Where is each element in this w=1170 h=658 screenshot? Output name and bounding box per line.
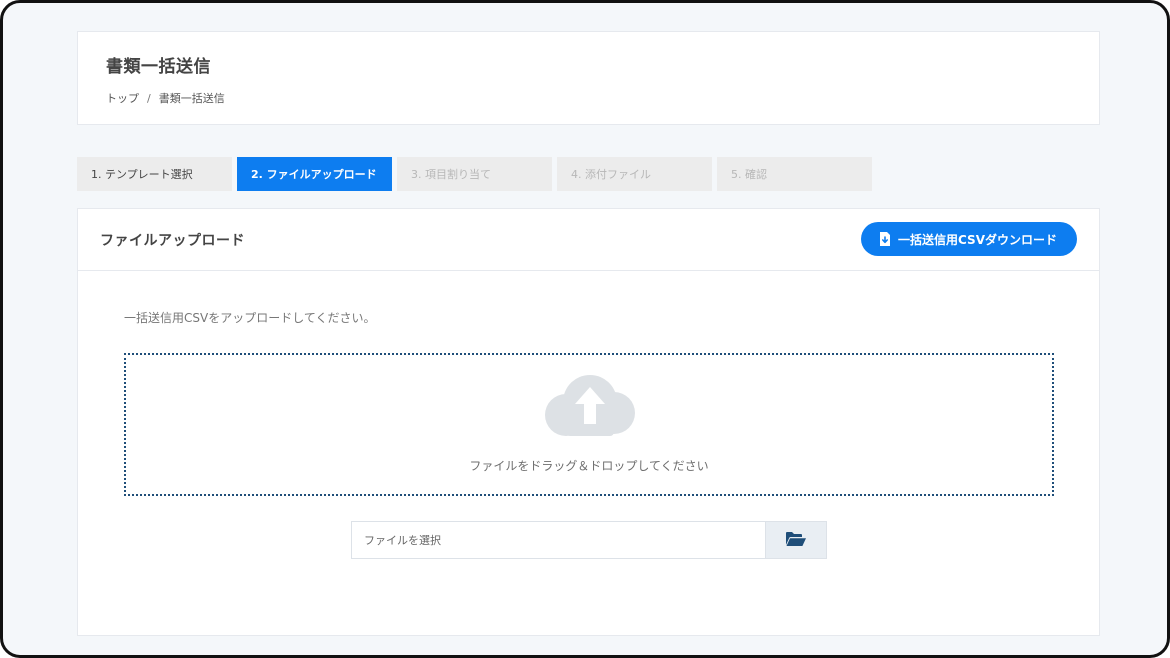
breadcrumb: トップ / 書類一括送信 [106, 90, 225, 106]
file-select-group [351, 521, 827, 559]
step-template-select[interactable]: 1. テンプレート選択 [77, 157, 232, 191]
file-dropzone[interactable]: ファイルをドラッグ＆ドロップしてください [124, 353, 1054, 496]
breadcrumb-current: 書類一括送信 [158, 92, 225, 105]
csv-download-button[interactable]: 一括送信用CSVダウンロード [861, 222, 1077, 256]
card-header: ファイルアップロード 一括送信用CSVダウンロード [78, 209, 1099, 271]
file-download-icon [879, 232, 891, 246]
app-window: 書類一括送信 トップ / 書類一括送信 1. テンプレート選択 2. ファイルア… [0, 0, 1170, 658]
folder-open-icon [785, 531, 807, 550]
card-title: ファイルアップロード [100, 233, 245, 249]
upload-card: ファイルアップロード 一括送信用CSVダウンロード 一括送信用CSVをアップロー… [77, 208, 1100, 636]
page-header: 書類一括送信 トップ / 書類一括送信 [77, 31, 1100, 125]
file-path-input[interactable] [351, 521, 765, 559]
wizard-steps: 1. テンプレート選択 2. ファイルアップロード 3. 項目割り当て 4. 添… [77, 157, 872, 191]
upload-instruction: 一括送信用CSVをアップロードしてください。 [124, 311, 376, 325]
breadcrumb-home-link[interactable]: トップ [106, 90, 139, 106]
breadcrumb-separator: / [147, 91, 151, 105]
step-file-upload[interactable]: 2. ファイルアップロード [237, 157, 392, 191]
step-confirm: 5. 確認 [717, 157, 872, 191]
step-field-mapping: 3. 項目割り当て [397, 157, 552, 191]
cloud-upload-icon [543, 375, 637, 439]
page-title: 書類一括送信 [106, 57, 211, 77]
step-attachments: 4. 添付ファイル [557, 157, 712, 191]
dropzone-text: ファイルをドラッグ＆ドロップしてください [469, 459, 709, 473]
browse-file-button[interactable] [765, 521, 827, 559]
csv-download-label: 一括送信用CSVダウンロード [898, 232, 1057, 247]
